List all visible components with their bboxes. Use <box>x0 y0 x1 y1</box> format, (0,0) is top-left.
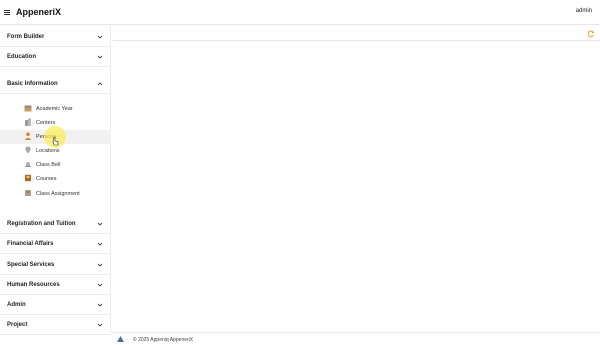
section-basic-information[interactable]: Basic Information <box>0 74 111 94</box>
section-special-services[interactable]: Special Services <box>0 255 111 275</box>
app-title: AppeneriX <box>16 7 62 17</box>
menu-icon[interactable] <box>4 9 10 15</box>
building-icon <box>25 118 31 126</box>
chevron-down-icon <box>97 303 103 307</box>
sidebar-item-label: Courses <box>36 176 57 182</box>
section-project[interactable]: Project <box>0 315 111 335</box>
chevron-down-icon <box>97 323 103 327</box>
content-divider <box>113 40 600 41</box>
section-form-builder[interactable]: Form Builder <box>0 27 111 47</box>
chevron-down-icon <box>97 283 103 287</box>
chevron-up-icon <box>97 82 103 86</box>
person-icon <box>24 132 32 140</box>
hand-cursor-icon <box>52 136 59 146</box>
top-bar: AppeneriX admin <box>0 0 600 25</box>
map-pin-icon <box>25 146 31 154</box>
section-financial-affairs[interactable]: Financial Affairs <box>0 234 111 254</box>
section-label: Financial Affairs <box>7 240 54 247</box>
assignment-icon <box>25 190 31 196</box>
section-label: Registration and Tuition <box>7 220 76 227</box>
footer: © 2025 Appeniq AppeneriX <box>111 332 600 345</box>
book-icon <box>25 174 31 182</box>
sidebar-item-label: Centers <box>36 120 56 126</box>
section-registration-and-tuition[interactable]: Registration and Tuition <box>0 214 111 234</box>
sidebar-item-courses[interactable]: Courses <box>0 172 111 186</box>
section-education[interactable]: Education <box>0 47 111 67</box>
sidebar-item-class-bell[interactable]: Class Bell <box>0 158 111 172</box>
sidebar-item-label: Class Assignment <box>36 191 80 197</box>
section-admin[interactable]: Admin <box>0 295 111 315</box>
copyright-text: © 2025 Appeniq AppeneriX <box>133 337 194 343</box>
user-menu[interactable]: admin <box>576 8 592 14</box>
sidebar-item-label: Class Bell <box>36 162 61 168</box>
section-label: Admin <box>7 301 26 308</box>
section-label: Form Builder <box>7 33 45 40</box>
chevron-down-icon <box>97 35 103 39</box>
chevron-down-icon <box>97 55 103 59</box>
section-human-resources[interactable]: Human Resources <box>0 275 111 295</box>
sidebar-item-label: Locations <box>36 148 60 154</box>
sidebar-item-class-assignment[interactable]: Class Assignment <box>0 187 111 201</box>
bell-icon <box>25 162 31 167</box>
section-label: Project <box>7 321 28 328</box>
section-label: Basic Information <box>7 80 58 87</box>
section-label: Special Services <box>7 261 55 268</box>
chevron-down-icon <box>97 263 103 267</box>
logo-icon <box>117 336 124 342</box>
chevron-down-icon <box>97 242 103 246</box>
refresh-icon[interactable] <box>587 30 595 38</box>
calendar-icon <box>24 105 32 112</box>
section-label: Human Resources <box>7 281 60 288</box>
sidebar-item-label: Academic Year <box>36 106 73 112</box>
section-label: Education <box>7 53 37 60</box>
sidebar-item-academic-year[interactable]: Academic Year <box>0 102 111 116</box>
chevron-down-icon <box>97 222 103 226</box>
